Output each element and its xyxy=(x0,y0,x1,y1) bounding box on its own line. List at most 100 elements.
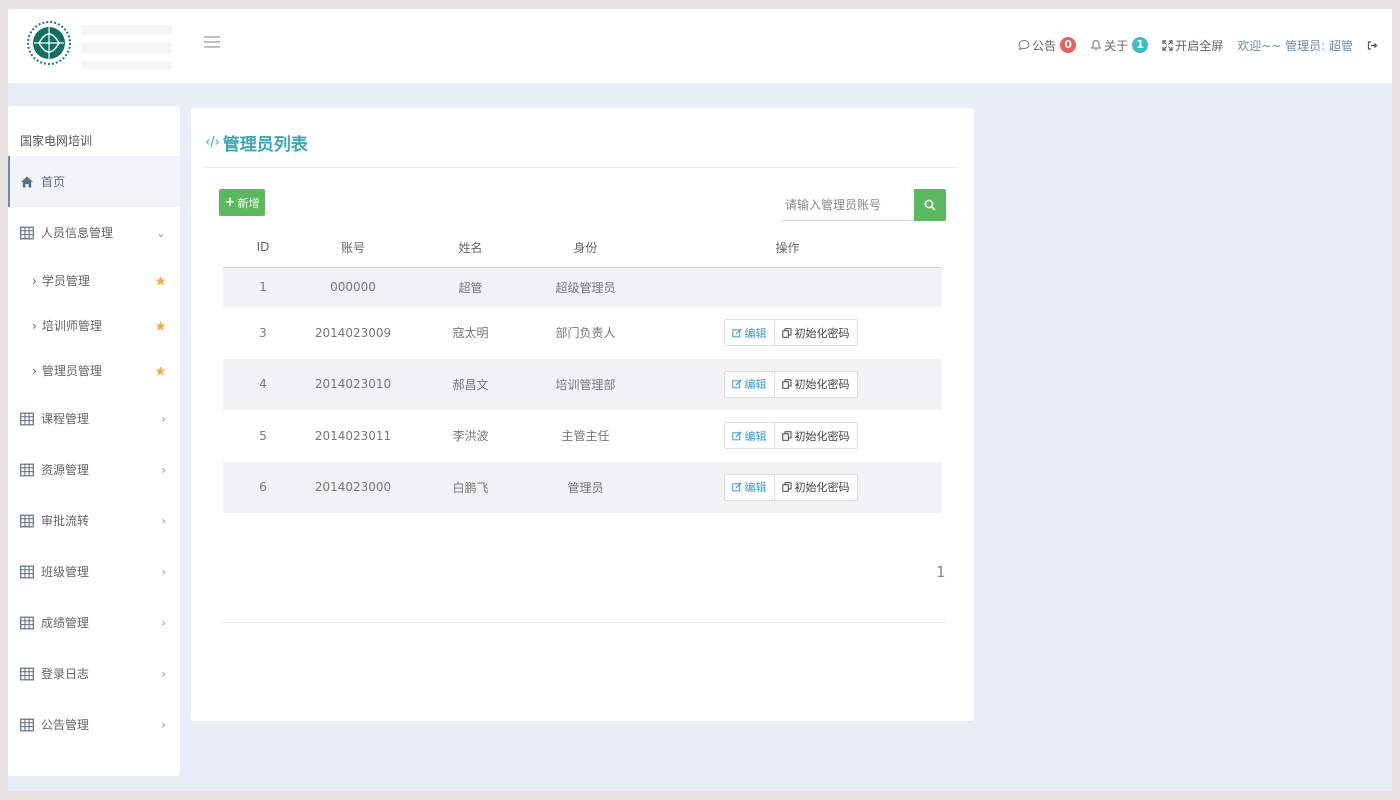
edit-button-label: 编辑 xyxy=(744,378,767,392)
sidebar-item[interactable]: 成绩管理 › xyxy=(8,597,180,648)
star-icon xyxy=(155,320,166,331)
cell-actions: 编辑 初始化密码 xyxy=(633,307,942,359)
add-button[interactable]: + 新增 xyxy=(219,189,265,216)
divider xyxy=(221,622,946,623)
edit-button-label: 编辑 xyxy=(744,429,767,443)
sidebar-item[interactable]: 资源管理 › xyxy=(8,444,180,495)
menu-toggle-icon[interactable] xyxy=(204,36,220,52)
chevron-right-icon: › xyxy=(161,462,166,477)
user-welcome[interactable]: 欢迎~~ 管理员: 超管 xyxy=(1237,37,1353,54)
edit-icon xyxy=(731,328,742,338)
reset-password-button[interactable]: 初始化密码 xyxy=(774,319,858,347)
cell-id: 3 xyxy=(259,325,267,340)
header-toolbar: 公告 0 关于 1 开启全屏 欢迎~~ 管理员: 超管 xyxy=(1018,35,1378,55)
edit-icon xyxy=(731,482,742,492)
chevron-right-icon: › xyxy=(161,615,166,630)
sidebar-item[interactable]: 公告管理 › xyxy=(8,699,180,750)
cell-actions: 编辑 初始化密码 xyxy=(633,358,942,410)
column-header: ID xyxy=(223,228,303,268)
table-icon xyxy=(20,514,34,527)
reset-password-button[interactable]: 初始化密码 xyxy=(774,370,858,398)
table-icon xyxy=(20,463,34,476)
column-header: 操作 xyxy=(633,228,942,268)
search-input[interactable] xyxy=(781,189,913,221)
cell-role: 主管主任 xyxy=(561,429,610,444)
reset-password-button[interactable]: 初始化密码 xyxy=(774,473,858,501)
about-link[interactable]: 关于 1 xyxy=(1090,37,1149,54)
sidebar-sub-students[interactable]: › 学员管理 xyxy=(8,258,180,303)
edit-button-label: 编辑 xyxy=(744,481,767,495)
divider xyxy=(205,167,959,168)
sidebar-group-people[interactable]: 人员信息管理 ⌄ xyxy=(8,207,180,258)
copy-icon xyxy=(781,482,791,493)
table-icon xyxy=(20,667,34,680)
edit-icon xyxy=(731,379,742,389)
chevron-right-icon: › xyxy=(161,411,166,426)
edit-button[interactable]: 编辑 xyxy=(723,319,775,347)
sidebar: 国家电网培训 首页 人员信息管理 ⌄ › 学员管理 › 培训师管理 › 管理员管… xyxy=(8,106,180,776)
table-row: 3 2014023009 寇太明 部门负责人 编辑 初始化密码 xyxy=(223,307,942,359)
sidebar-item-home[interactable]: 首页 xyxy=(8,156,180,207)
cell-id: 4 xyxy=(223,358,303,410)
table-row: 4 2014023010 郝昌文 培训管理部 编辑 初始化密码 xyxy=(223,358,942,410)
action-group: 编辑 初始化密码 xyxy=(723,473,858,501)
edit-button[interactable]: 编辑 xyxy=(723,422,775,450)
cell-name: 白鹏飞 xyxy=(403,461,538,513)
sidebar-item[interactable]: 班级管理 › xyxy=(8,546,180,597)
copy-icon xyxy=(781,431,791,441)
table-row: 1 000000 超管 超级管理员 xyxy=(223,267,942,307)
sidebar-item-label: 首页 xyxy=(41,175,66,189)
chevron-right-icon: › xyxy=(161,513,166,528)
cell-id: 1 xyxy=(223,267,303,307)
sidebar-sub-label: 培训师管理 xyxy=(41,319,102,333)
cell-role: 管理员 xyxy=(538,461,633,513)
sidebar-sub-admins[interactable]: › 管理员管理 xyxy=(8,348,180,393)
sidebar-item-label: 课程管理 xyxy=(41,412,90,426)
chevron-right-icon: › xyxy=(32,363,37,378)
notice-label: 公告 xyxy=(1032,38,1057,53)
chevron-right-icon: › xyxy=(32,318,37,333)
edit-button[interactable]: 编辑 xyxy=(723,370,775,398)
cell-role: 超级管理员 xyxy=(538,267,633,307)
cell-account: 2014023000 xyxy=(303,461,403,513)
edit-icon xyxy=(731,431,742,441)
sidebar-item-label: 审批流转 xyxy=(41,514,90,528)
logout-icon xyxy=(1367,40,1378,50)
sidebar-item[interactable]: 课程管理 › xyxy=(8,393,180,444)
pagination-page[interactable]: 1 xyxy=(936,563,946,581)
cell-id: 6 xyxy=(223,461,303,513)
table-icon xyxy=(20,565,34,578)
home-icon xyxy=(21,176,33,187)
sidebar-item-label: 登录日志 xyxy=(41,667,90,681)
sidebar-menu-list: 课程管理 › 资源管理 › 审批流转 › 班级管理 › 成绩管理 › 登录日志 › 公告管理 › xyxy=(8,393,180,750)
code-icon: ‹/› xyxy=(205,135,220,150)
add-button-label: 新增 xyxy=(237,196,260,210)
notice-link[interactable]: 公告 0 xyxy=(1018,37,1077,54)
sidebar-item-label: 班级管理 xyxy=(41,565,90,579)
table-icon xyxy=(20,226,34,239)
cell-role: 培训管理部 xyxy=(538,358,633,410)
reset-password-button[interactable]: 初始化密码 xyxy=(774,422,858,450)
notice-count-badge: 0 xyxy=(1060,37,1077,53)
logout-button[interactable] xyxy=(1367,40,1378,51)
column-header: 账号 xyxy=(303,228,403,268)
table-row: 5 2014023011 李洪波 主管主任 编辑 初始化密码 xyxy=(223,410,942,462)
table-icon xyxy=(20,718,34,731)
sidebar-item[interactable]: 审批流转 › xyxy=(8,495,180,546)
state-grid-logo xyxy=(26,13,72,77)
cell-name: 郝昌文 xyxy=(403,358,538,410)
sidebar-title: 国家电网培训 xyxy=(20,134,93,148)
fullscreen-button[interactable]: 开启全屏 xyxy=(1162,37,1223,54)
edit-button-label: 编辑 xyxy=(744,326,767,340)
cell-account: 2014023010 xyxy=(303,358,403,410)
chat-bubble-icon xyxy=(1018,39,1030,51)
edit-button[interactable]: 编辑 xyxy=(723,473,775,501)
cell-actions: 编辑 初始化密码 xyxy=(633,461,942,513)
column-header: 姓名 xyxy=(403,228,538,268)
sidebar-item[interactable]: 登录日志 › xyxy=(8,648,180,699)
sidebar-sub-trainers[interactable]: › 培训师管理 xyxy=(8,303,180,348)
table-body: 1 000000 超管 超级管理员 3 2014023009 寇太明 部门负责人 编辑 初始化密码… xyxy=(223,267,942,513)
action-group: 编辑 初始化密码 xyxy=(723,319,858,347)
search-button[interactable] xyxy=(914,189,946,221)
cell-name: 超管 xyxy=(403,267,538,307)
